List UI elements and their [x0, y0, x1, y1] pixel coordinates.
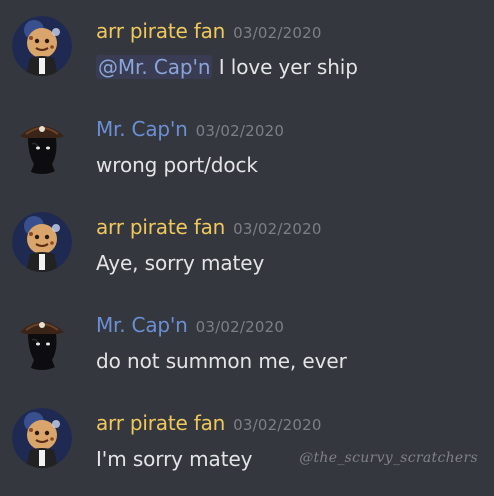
chat-message: Mr. Cap'n 03/02/2020 do not summon me, ev… — [0, 306, 494, 398]
message-text: Aye, sorry matey — [96, 251, 265, 275]
shadow-pirate-captain-avatar-icon[interactable] — [12, 114, 72, 174]
chat-message: arr pirate fan 03/02/2020 Aye, sorry mate… — [0, 208, 494, 300]
message-text: do not summon me, ever — [96, 349, 347, 373]
username[interactable]: arr pirate fan — [96, 411, 225, 435]
chat-log: arr pirate fan 03/02/2020 @Mr. Cap'n I lo… — [0, 0, 494, 488]
cookie-character-avatar-icon[interactable] — [12, 212, 72, 272]
chat-message: arr pirate fan 03/02/2020 @Mr. Cap'n I lo… — [0, 12, 494, 104]
message-header: arr pirate fan 03/02/2020 — [96, 410, 322, 438]
cookie-character-avatar-icon[interactable] — [12, 16, 72, 76]
timestamp: 03/02/2020 — [233, 416, 322, 434]
chat-message: Mr. Cap'n 03/02/2020 wrong port/dock — [0, 110, 494, 202]
message-text: I love yer ship — [212, 55, 358, 79]
message-content: I'm sorry matey — [96, 446, 253, 472]
message-header: arr pirate fan 03/02/2020 — [96, 214, 322, 242]
username[interactable]: Mr. Cap'n — [96, 313, 188, 337]
message-text: I'm sorry matey — [96, 447, 253, 471]
timestamp: 03/02/2020 — [233, 220, 322, 238]
message-content: @Mr. Cap'n I love yer ship — [96, 54, 358, 80]
watermark: @the_scurvy_scratchers — [299, 450, 478, 466]
username[interactable]: Mr. Cap'n — [96, 117, 188, 141]
message-header: Mr. Cap'n 03/02/2020 — [96, 116, 284, 144]
username[interactable]: arr pirate fan — [96, 19, 225, 43]
message-text: wrong port/dock — [96, 153, 258, 177]
timestamp: 03/02/2020 — [233, 24, 322, 42]
cookie-character-avatar-icon[interactable] — [12, 408, 72, 468]
shadow-pirate-captain-avatar-icon[interactable] — [12, 310, 72, 370]
user-mention[interactable]: @Mr. Cap'n — [96, 55, 213, 79]
message-header: arr pirate fan 03/02/2020 — [96, 18, 322, 46]
username[interactable]: arr pirate fan — [96, 215, 225, 239]
timestamp: 03/02/2020 — [195, 122, 285, 140]
timestamp: 03/02/2020 — [195, 318, 285, 336]
message-content: Aye, sorry matey — [96, 250, 264, 276]
message-content: wrong port/dock — [96, 152, 258, 178]
message-content: do not summon me, ever — [96, 348, 347, 374]
message-header: Mr. Cap'n 03/02/2020 — [96, 312, 284, 340]
